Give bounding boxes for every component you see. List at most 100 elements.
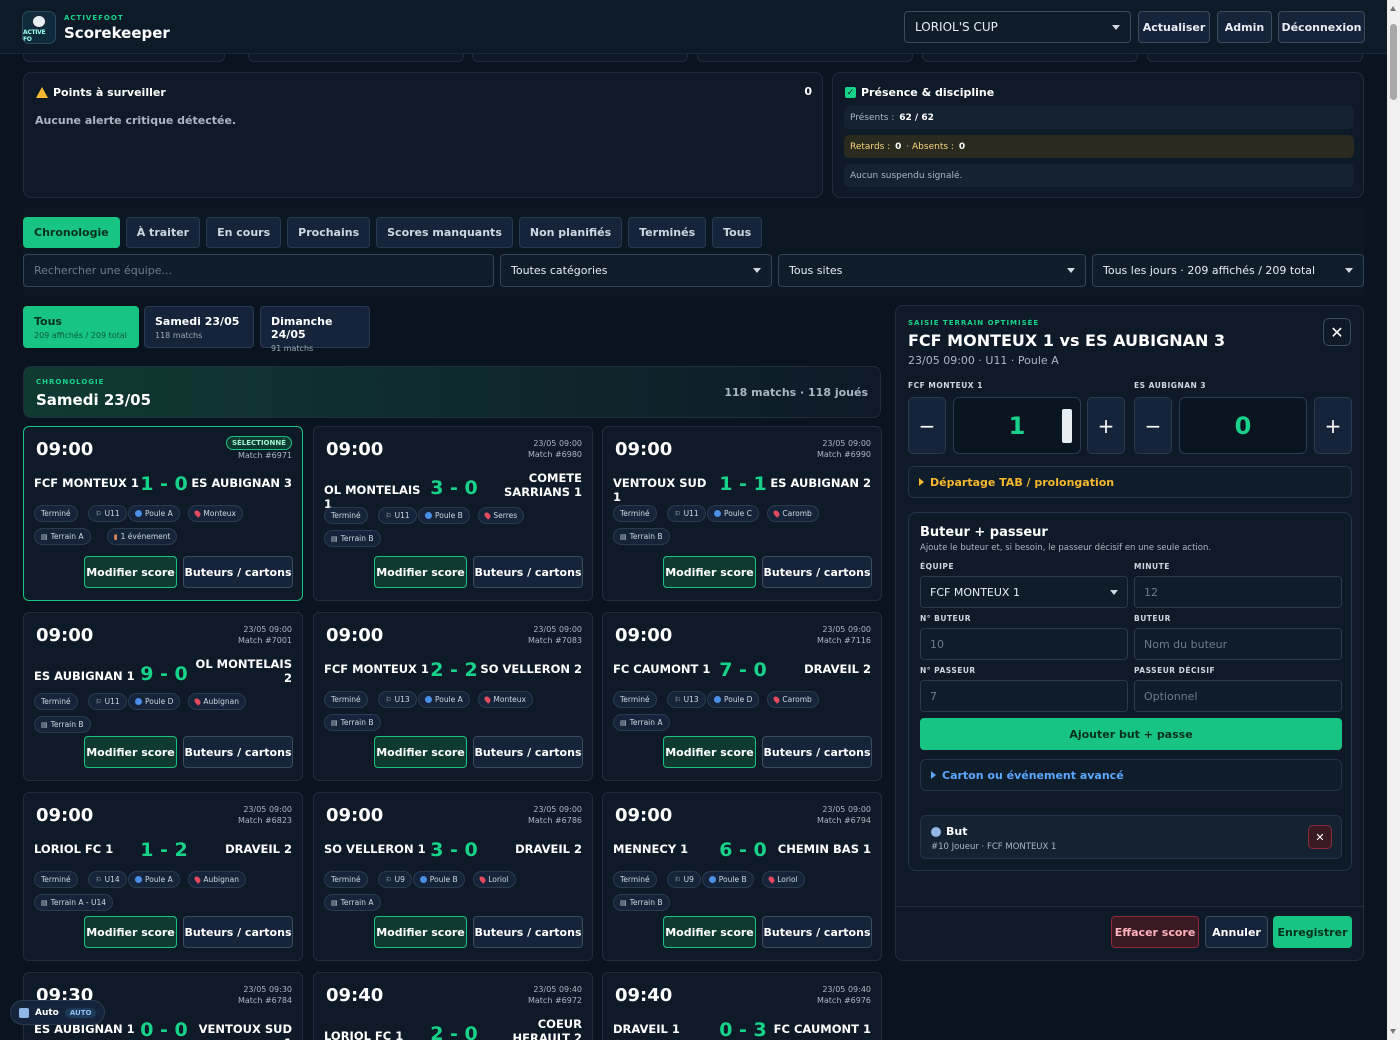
match-card[interactable]: 09:00 23/05 09:00 Match #7116 FC CAUMONT 1 7…	[602, 612, 882, 781]
scorers-cards-button[interactable]: Buteurs / cartons	[183, 556, 293, 588]
alerts-count: 0	[804, 85, 812, 98]
scroll-up-icon[interactable]	[1390, 6, 1396, 11]
scorers-cards-button[interactable]: Buteurs / cartons	[762, 556, 872, 588]
edit-score-button[interactable]: Modifier score	[84, 736, 177, 768]
cancel-button[interactable]: Annuler	[1205, 916, 1268, 948]
location-pin-icon	[767, 875, 776, 884]
away-team: DRAVEIL 2	[225, 842, 292, 856]
category-pill: ⚐ U14	[88, 871, 127, 888]
edit-score-button[interactable]: Modifier score	[84, 916, 177, 948]
away-increment-button[interactable]: +	[1314, 397, 1352, 454]
auto-refresh-toggle[interactable]: Auto AUTO	[10, 1000, 106, 1025]
chronology-title: Samedi 23/05	[36, 391, 152, 409]
edit-score-button[interactable]: Modifier score	[374, 556, 467, 588]
edit-score-button[interactable]: Modifier score	[663, 736, 756, 768]
match-card[interactable]: 09:00 23/05 09:00 Match #7083 FCF MONTEUX 1…	[313, 612, 593, 781]
edit-score-button[interactable]: Modifier score	[663, 916, 756, 948]
day-tab-sunday[interactable]: Dimanche 24/05 91 matchs	[260, 306, 370, 353]
filter-prochains[interactable]: Prochains	[287, 217, 371, 248]
match-card[interactable]: 09:00 23/05 09:00 Match #6980 OL MONTELAIS …	[313, 426, 593, 601]
logout-button[interactable]: Déconnexion	[1278, 11, 1365, 43]
location-pill: Caromb	[767, 691, 819, 708]
match-card[interactable]: 09:00 23/05 09:00 Match #6786 SO VELLERON 1…	[313, 792, 593, 961]
alerts-panel: Points à surveiller 0 Aucune alerte crit…	[23, 72, 823, 198]
match-card[interactable]: 09:00 23/05 09:00 Match #6990 VENTOUX SUD 1…	[602, 426, 882, 601]
scorers-cards-button[interactable]: Buteurs / cartons	[183, 736, 293, 768]
category-select[interactable]: Toutes catégories	[500, 254, 772, 287]
scorers-cards-button[interactable]: Buteurs / cartons	[473, 916, 583, 948]
scroll-down-icon[interactable]	[1390, 1029, 1396, 1034]
match-card[interactable]: 09:00 23/05 09:00 Match #6823 LORIOL FC 1 1 …	[23, 792, 303, 961]
spinner-icon[interactable]	[1062, 409, 1072, 443]
scorers-cards-button[interactable]: Buteurs / cartons	[183, 916, 293, 948]
num-scorer-input[interactable]: 10	[920, 628, 1128, 660]
save-button[interactable]: Enregistrer	[1273, 916, 1352, 948]
away-team: ES AUBIGNAN 3	[191, 476, 292, 490]
pill-text: Terminé	[620, 509, 650, 518]
add-goal-button[interactable]: Ajouter but + passe	[920, 718, 1342, 750]
scorers-cards-button[interactable]: Buteurs / cartons	[473, 556, 583, 588]
pill-text: U11	[104, 509, 120, 518]
filter-tous[interactable]: Tous	[712, 217, 763, 248]
present-label: Présents :	[850, 112, 895, 123]
location-pin-icon	[193, 509, 203, 518]
filter-a-traiter[interactable]: À traiter	[125, 217, 201, 248]
delete-event-icon[interactable]: ✕	[1308, 825, 1332, 849]
scorers-cards-button[interactable]: Buteurs / cartons	[762, 916, 872, 948]
home-decrement-button[interactable]: −	[908, 397, 946, 454]
match-card[interactable]: 09:00 SÉLECTIONNÉ Match #6971 FCF MONTEUX 1…	[23, 426, 303, 601]
assist-name-input[interactable]: Optionnel	[1134, 680, 1342, 712]
home-increment-button[interactable]: +	[1087, 397, 1125, 454]
advanced-event-toggle[interactable]: Carton ou événement avancé	[920, 759, 1342, 791]
filter-scores-manquants[interactable]: Scores manquants	[376, 217, 513, 248]
day-tab-all[interactable]: Tous 209 affichés / 209 total	[23, 306, 139, 348]
site-select[interactable]: Tous sites	[778, 254, 1086, 287]
clear-score-button[interactable]: Effacer score	[1111, 916, 1199, 948]
home-team: FCF MONTEUX 1	[34, 476, 139, 490]
scorers-cards-button[interactable]: Buteurs / cartons	[473, 736, 583, 768]
edit-score-button[interactable]: Modifier score	[663, 556, 756, 588]
scorers-cards-button[interactable]: Buteurs / cartons	[762, 736, 872, 768]
edit-score-button[interactable]: Modifier score	[84, 556, 177, 588]
refresh-button[interactable]: Actualiser	[1138, 11, 1210, 43]
tournament-select[interactable]: LORIOL'S CUP	[904, 11, 1131, 43]
pill-text: U9	[683, 875, 694, 884]
team-select[interactable]: FCF MONTEUX 1	[920, 576, 1128, 608]
filter-chronologie[interactable]: Chronologie	[23, 217, 120, 248]
pool-pill: Poule B	[412, 871, 465, 888]
flag-icon: ⚐	[674, 695, 681, 704]
pool-dot-icon	[135, 698, 142, 705]
checkbox-icon: ✓	[845, 87, 856, 98]
team-search-input[interactable]: Rechercher une équipe...	[23, 254, 494, 287]
scrollbar-thumb[interactable]	[1390, 24, 1397, 100]
status-pill: Terminé	[324, 691, 368, 708]
scorer-name-input[interactable]: Nom du buteur	[1134, 628, 1342, 660]
home-score-input[interactable]: 1	[953, 397, 1081, 454]
tiebreak-toggle[interactable]: Départage TAB / prolongation	[908, 466, 1352, 498]
day-select[interactable]: Tous les jours · 209 affichés / 209 tota…	[1092, 254, 1364, 287]
filter-non-planifies[interactable]: Non planifiés	[518, 217, 623, 248]
edit-score-button[interactable]: Modifier score	[374, 916, 467, 948]
status-pill: Terminé	[613, 505, 657, 522]
edit-score-button[interactable]: Modifier score	[374, 736, 467, 768]
day-tab-saturday[interactable]: Samedi 23/05 118 matchs	[144, 306, 254, 348]
pill-text: Terminé	[331, 511, 361, 520]
match-card[interactable]: 09:00 23/05 09:00 Match #6794 MENNECY 1 6 - …	[602, 792, 882, 961]
minute-input[interactable]: 12	[1134, 576, 1342, 608]
num-assist-input[interactable]: 7	[920, 680, 1128, 712]
match-card[interactable]: 09:00 23/05 09:00 Match #7001 ES AUBIGNAN 1…	[23, 612, 303, 781]
location-pill: Caromb	[767, 505, 819, 522]
filter-en-cours[interactable]: En cours	[206, 217, 282, 248]
match-time: 09:00	[615, 625, 673, 646]
away-score-input[interactable]: 0	[1179, 397, 1307, 454]
match-card[interactable]: 09:40 23/05 09:40 Match #6976 DRAVEIL 1 0 - …	[602, 972, 882, 1040]
page-scrollbar[interactable]	[1387, 0, 1400, 1040]
match-id: Match #7001	[237, 636, 292, 645]
flag-icon: ⚐	[95, 875, 102, 884]
chevron-down-icon	[1067, 268, 1075, 273]
close-icon[interactable]: ✕	[1323, 318, 1351, 346]
match-card[interactable]: 09:40 23/05 09:40 Match #6972 LORIOL FC 1 2 …	[313, 972, 593, 1040]
away-decrement-button[interactable]: −	[1134, 397, 1172, 454]
admin-button[interactable]: Admin	[1217, 11, 1272, 43]
filter-termines[interactable]: Terminés	[628, 217, 707, 248]
